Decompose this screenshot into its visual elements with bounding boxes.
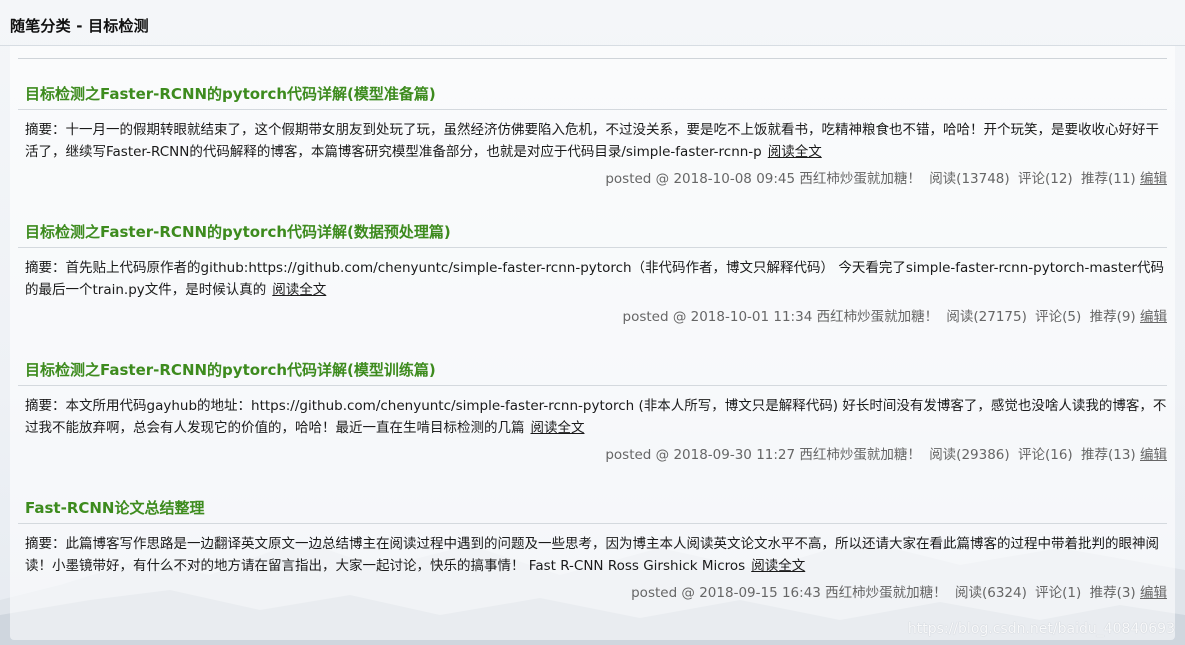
post-recommend-count: 推荐(3)	[1089, 585, 1136, 601]
post-summary: 摘要：十一月一的假期转眼就结束了，这个假期带女朋友到处玩了玩，虽然经济仿佛要陷入…	[25, 119, 1167, 163]
list-top-divider	[18, 58, 1167, 59]
post-item: 目标检测之Faster-RCNN的pytorch代码详解(模型训练篇) 摘要：本…	[18, 359, 1167, 465]
post-item: 目标检测之Faster-RCNN的pytorch代码详解(模型准备篇) 摘要：十…	[18, 83, 1167, 189]
post-summary: 摘要：首先贴上代码原作者的github:https://github.com/c…	[25, 257, 1167, 301]
post-summary-text: 摘要：此篇博客写作思路是一边翻译英文原文一边总结博主在阅读过程中遇到的问题及一些…	[25, 536, 1159, 574]
post-summary-text: 摘要：本文所用代码gayhub的地址：https://github.com/ch…	[25, 398, 1167, 436]
post-read-count: 阅读(29386)	[929, 447, 1010, 463]
post-title-link[interactable]: 目标检测之Faster-RCNN的pytorch代码详解(模型训练篇)	[18, 359, 1167, 381]
post-summary: 摘要：此篇博客写作思路是一边翻译英文原文一边总结博主在阅读过程中遇到的问题及一些…	[25, 533, 1167, 577]
page-header: 随笔分类 - 目标检测	[0, 0, 1185, 46]
edit-link[interactable]: 编辑	[1140, 447, 1167, 463]
post-title-divider	[18, 109, 1167, 110]
post-summary-text: 摘要：十一月一的假期转眼就结束了，这个假期带女朋友到处玩了玩，虽然经济仿佛要陷入…	[25, 122, 1159, 160]
edit-link[interactable]: 编辑	[1140, 171, 1167, 187]
post-meta-posted: posted @ 2018-10-01 11:34 西红柿炒蛋就加糖！	[622, 309, 939, 325]
read-more-link[interactable]: 阅读全文	[531, 420, 585, 436]
post-item: Fast-RCNN论文总结整理 摘要：此篇博客写作思路是一边翻译英文原文一边总结…	[18, 497, 1167, 603]
post-recommend-count: 推荐(9)	[1089, 309, 1136, 325]
post-meta-posted: posted @ 2018-09-15 16:43 西红柿炒蛋就加糖！	[631, 585, 947, 601]
post-title-link[interactable]: 目标检测之Faster-RCNN的pytorch代码详解(数据预处理篇)	[18, 221, 1167, 243]
post-read-count: 阅读(27175)	[946, 309, 1027, 325]
post-title-link[interactable]: 目标检测之Faster-RCNN的pytorch代码详解(模型准备篇)	[18, 83, 1167, 105]
read-more-link[interactable]: 阅读全文	[751, 558, 805, 574]
post-comment-count: 评论(12)	[1017, 171, 1073, 187]
post-read-count: 阅读(6324)	[954, 585, 1027, 601]
post-item: 目标检测之Faster-RCNN的pytorch代码详解(数据预处理篇) 摘要：…	[18, 221, 1167, 327]
read-more-link[interactable]: 阅读全文	[272, 282, 326, 298]
post-read-count: 阅读(13748)	[929, 171, 1010, 187]
post-title-divider	[18, 247, 1167, 248]
post-title-divider	[18, 385, 1167, 386]
post-comment-count: 评论(16)	[1017, 447, 1073, 463]
post-meta-posted: posted @ 2018-10-08 09:45 西红柿炒蛋就加糖！	[605, 171, 921, 187]
read-more-link[interactable]: 阅读全文	[768, 144, 822, 160]
edit-link[interactable]: 编辑	[1140, 309, 1167, 325]
post-summary: 摘要：本文所用代码gayhub的地址：https://github.com/ch…	[25, 395, 1167, 439]
edit-link[interactable]: 编辑	[1140, 585, 1167, 601]
post-footer: posted @ 2018-09-30 11:27 西红柿炒蛋就加糖！ 阅读(2…	[18, 445, 1167, 465]
post-meta-posted: posted @ 2018-09-30 11:27 西红柿炒蛋就加糖！	[605, 447, 921, 463]
post-title-link[interactable]: Fast-RCNN论文总结整理	[18, 497, 1167, 519]
post-recommend-count: 推荐(11)	[1080, 171, 1136, 187]
post-title-divider	[18, 523, 1167, 524]
post-recommend-count: 推荐(13)	[1080, 447, 1136, 463]
post-footer: posted @ 2018-09-15 16:43 西红柿炒蛋就加糖！ 阅读(6…	[18, 583, 1167, 603]
post-comment-count: 评论(5)	[1035, 309, 1082, 325]
post-comment-count: 评论(1)	[1035, 585, 1082, 601]
category-title: 随笔分类 - 目标检测	[10, 17, 149, 35]
post-summary-text: 摘要：首先贴上代码原作者的github:https://github.com/c…	[25, 260, 1164, 298]
post-footer: posted @ 2018-10-01 11:34 西红柿炒蛋就加糖！ 阅读(2…	[18, 307, 1167, 327]
post-footer: posted @ 2018-10-08 09:45 西红柿炒蛋就加糖！ 阅读(1…	[18, 169, 1167, 189]
header-divider	[0, 45, 1185, 46]
csdn-watermark: https://blog.csdn.net/baidu_40840693	[907, 621, 1175, 637]
